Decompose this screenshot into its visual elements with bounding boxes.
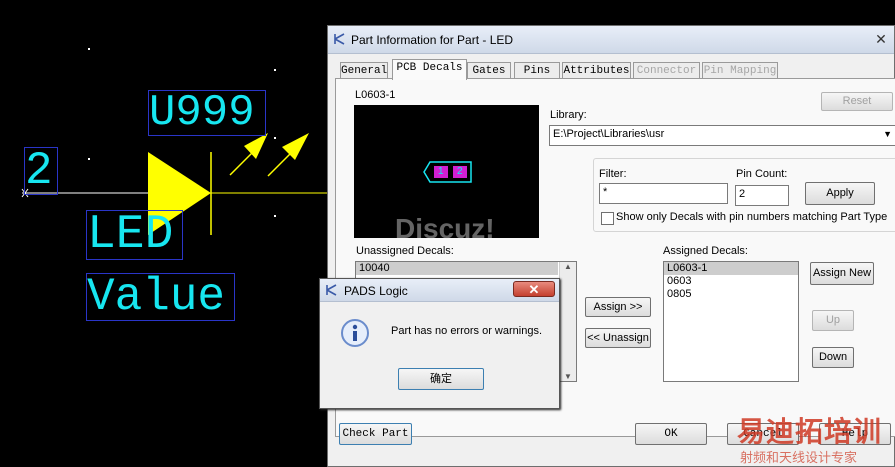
scroll-up-icon[interactable]: ▲ [560,262,576,271]
check-part-button[interactable]: Check Part [339,423,412,445]
filter-label: Filter: [599,168,627,180]
dialog-titlebar[interactable]: Part Information for Part - LED ✕ [328,26,894,54]
pads-app-icon [334,33,345,45]
brand-watermark-subtitle: 射频和天线设计专家 [740,450,858,465]
tab-attributes[interactable]: Attributes [562,62,631,79]
assign-new-button[interactable]: Assign New [810,262,874,285]
dialog-title: Part Information for Part - LED [351,33,514,47]
list-item[interactable]: L0603-1 [664,262,798,275]
library-value: E:\Project\Libraries\usr [553,128,665,140]
current-decal-name: L0603-1 [355,89,396,101]
reset-button[interactable]: Reset [821,92,893,111]
library-select[interactable]: E:\Project\Libraries\usr ▼ [549,125,895,146]
value-label[interactable]: Value [86,273,235,321]
tab-pins[interactable]: Pins [514,62,560,79]
unassigned-decals-label: Unassigned Decals: [356,245,454,257]
unassign-button[interactable]: << Unassign [585,328,651,348]
schematic-canvas[interactable]: U999 2 LED Value [0,0,327,467]
tab-pin-mapping: Pin Mapping [702,62,778,79]
chevron-down-icon[interactable]: ▼ [883,129,892,139]
assigned-decals-list[interactable]: L0603-1 0603 0805 [663,261,799,382]
popup-title: PADS Logic [344,284,408,298]
pads-logic-message-box: PADS Logic ✕ Part has no errors or warni… [319,278,560,409]
show-only-checkbox[interactable] [601,212,614,225]
scrollbar[interactable]: ▲ ▼ [559,262,576,381]
tab-connector: Connector [633,62,700,79]
pads-app-icon [326,284,337,296]
pin-number-label[interactable]: 2 [24,147,58,195]
list-item[interactable]: 0805 [664,288,798,301]
close-icon[interactable]: ✕ [870,30,892,48]
library-label: Library: [550,109,587,121]
pin-count-input[interactable]: 2 [735,185,789,206]
apply-button[interactable]: Apply [805,182,875,205]
scroll-down-icon[interactable]: ▼ [560,372,576,381]
discuz-watermark: Discuz! [395,213,495,244]
list-item[interactable]: 10040 [356,262,558,275]
down-button[interactable]: Down [812,347,854,368]
filter-input[interactable]: * [599,183,728,204]
assigned-decals-label: Assigned Decals: [663,245,748,257]
popup-ok-button[interactable]: 确定 [398,368,484,390]
info-icon [341,319,369,347]
ok-button[interactable]: OK [635,423,707,445]
list-item[interactable]: 0603 [664,275,798,288]
close-icon[interactable]: ✕ [513,281,555,297]
show-only-label: Show only Decals with pin numbers matchi… [616,211,888,223]
brand-watermark: 易迪拓培训 [737,415,883,448]
part-type-label[interactable]: LED [86,210,183,260]
tab-gates[interactable]: Gates [467,62,511,79]
up-button[interactable]: Up [812,310,854,331]
popup-message: Part has no errors or warnings. [391,325,543,337]
popup-titlebar[interactable]: PADS Logic ✕ [320,279,559,302]
pin-count-label: Pin Count: [736,168,788,180]
ref-designator-label[interactable]: U999 [148,90,266,136]
pad-2-label: 2 [457,166,463,177]
assign-button[interactable]: Assign >> [585,297,651,317]
pad-1-label: 1 [438,166,444,177]
tab-general[interactable]: General [340,62,388,79]
tab-pcb-decals[interactable]: PCB Decals [392,59,467,80]
